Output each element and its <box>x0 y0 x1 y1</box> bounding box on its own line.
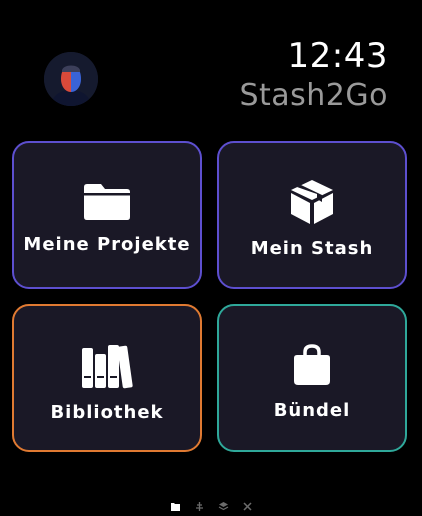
tile-bibliothek[interactable]: Bibliothek <box>12 304 202 452</box>
tile-label: Mein Stash <box>250 238 374 259</box>
page-indicator-folder-icon[interactable] <box>170 497 181 511</box>
clock-time: 12:43 <box>287 36 388 76</box>
books-icon <box>81 344 133 394</box>
app-title: Stash2Go <box>239 78 388 113</box>
avatar[interactable] <box>44 52 98 106</box>
page-indicator-needle-icon[interactable] <box>194 497 205 511</box>
tile-label: Bündel <box>273 400 351 421</box>
page-indicator-tools-icon[interactable] <box>242 497 253 511</box>
page-indicator[interactable] <box>0 497 422 511</box>
tile-meine-projekte[interactable]: Meine Projekte <box>12 141 202 289</box>
page-indicator-layers-icon[interactable] <box>218 497 229 511</box>
tile-mein-stash[interactable]: Mein Stash <box>217 141 407 289</box>
tile-label: Bibliothek <box>50 402 164 423</box>
bag-icon <box>292 344 332 390</box>
tile-label: Meine Projekte <box>23 234 191 255</box>
folder-icon <box>83 181 131 225</box>
avatar-photo <box>44 52 98 106</box>
tile-buendel[interactable]: Bündel <box>217 304 407 452</box>
box-icon <box>289 178 335 230</box>
